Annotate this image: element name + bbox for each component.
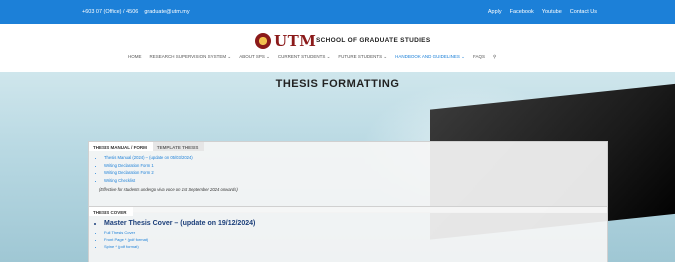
- nav-handbook-guidelines[interactable]: HANDBOOK AND GUIDELINES ⌄: [395, 54, 465, 60]
- top-bar: +603 07 (Office) / 4506 graduate@utm.my …: [0, 0, 675, 24]
- phone-link[interactable]: +603 07 (Office) / 4506: [82, 9, 138, 15]
- apply-link[interactable]: Apply: [488, 9, 502, 15]
- manual-list: Thesis Manual (2024) – (update on 05/03/…: [99, 155, 597, 183]
- contact-link[interactable]: Contact Us: [570, 9, 597, 15]
- nav-home[interactable]: HOME: [128, 54, 142, 60]
- logo-text: UTM: [274, 32, 317, 50]
- effective-note: (Effective for students undergo viva voc…: [99, 186, 238, 192]
- nav-research-supervision[interactable]: RESEARCH SUPERVISION SYSTEM ⌄: [150, 54, 232, 60]
- nav-current-students[interactable]: CURRENT STUDENTS ⌄: [278, 54, 330, 60]
- utm-logo[interactable]: UTM: [255, 32, 316, 50]
- facebook-link[interactable]: Facebook: [510, 9, 534, 15]
- list-item[interactable]: Front Page * (pdf format): [104, 237, 597, 242]
- tab-template-thesis[interactable]: TEMPLATE THESIS: [152, 142, 205, 151]
- master-thesis-cover-item[interactable]: Master Thesis Cover – (update on 19/12/2…: [104, 220, 597, 227]
- nav-faqs[interactable]: FAQS: [473, 54, 485, 60]
- list-item[interactable]: Thesis Manual (2024) – (update on 05/03/…: [104, 155, 597, 160]
- panel1-tabs: THESIS MANUAL / FORM TEMPLATE THESIS: [89, 142, 607, 151]
- school-title: SCHOOL OF GRADUATE STUDIES: [316, 37, 431, 44]
- youtube-link[interactable]: Youtube: [542, 9, 562, 15]
- hero-section: THESIS FORMATTING THESIS MANUAL / FORM T…: [0, 72, 675, 262]
- thesis-manual-panel: THESIS MANUAL / FORM TEMPLATE THESIS The…: [88, 141, 608, 213]
- list-item[interactable]: Writing Declaration Form 1: [104, 163, 597, 168]
- list-item[interactable]: Full Thesis Cover: [104, 230, 597, 235]
- utm-seal-icon: [255, 33, 271, 49]
- site-header: UTM SCHOOL OF GRADUATE STUDIES: [0, 24, 675, 72]
- tab-thesis-cover[interactable]: THESIS COVER: [89, 207, 133, 216]
- cover-list: Master Thesis Cover – (update on 19/12/2…: [99, 220, 597, 227]
- nav-future-students[interactable]: FUTURE STUDENTS ⌄: [338, 54, 387, 60]
- main-nav: HOME RESEARCH SUPERVISION SYSTEM ⌄ ABOUT…: [128, 54, 496, 60]
- list-item[interactable]: Writing Declaration Form 2: [104, 170, 597, 175]
- email-link[interactable]: graduate@utm.my: [144, 9, 189, 15]
- list-item[interactable]: Writing Checklist: [104, 178, 597, 183]
- panel2-tabs: THESIS COVER: [89, 207, 607, 216]
- nav-about-sps[interactable]: ABOUT SPS ⌄: [239, 54, 270, 60]
- thesis-cover-panel: THESIS COVER Master Thesis Cover – (upda…: [88, 206, 608, 262]
- search-icon[interactable]: ⚲: [493, 54, 496, 60]
- list-item[interactable]: Spine * (pdf format): [104, 244, 597, 249]
- tab-thesis-manual[interactable]: THESIS MANUAL / FORM: [89, 142, 153, 151]
- cover-sub-list: Full Thesis Cover Front Page * (pdf form…: [99, 230, 597, 249]
- page-title: THESIS FORMATTING: [275, 78, 400, 90]
